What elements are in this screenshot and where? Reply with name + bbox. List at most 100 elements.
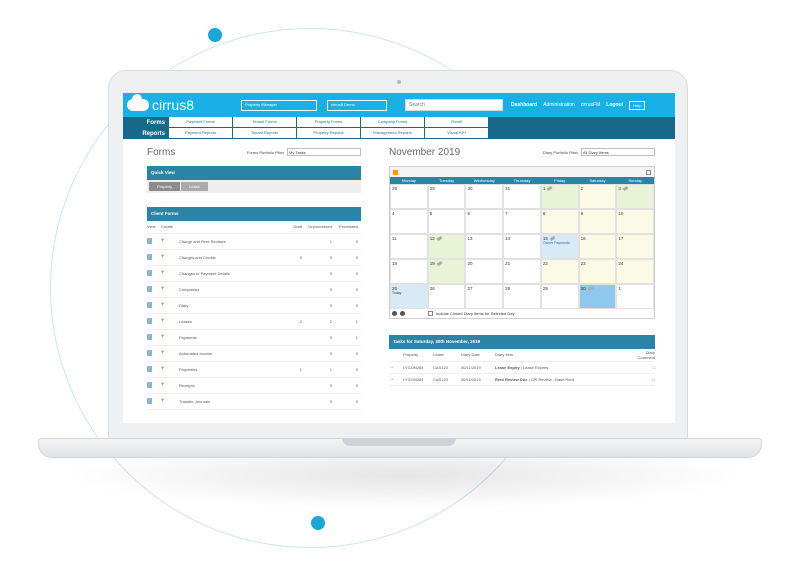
rss-icon[interactable] — [393, 169, 398, 175]
diary-filter-select[interactable]: All Diary Items — [581, 148, 655, 156]
calendar-day[interactable]: 1 — [616, 284, 655, 309]
unprocessed-count[interactable]: 1 — [305, 233, 335, 250]
calendar-day[interactable]: 11 — [390, 234, 428, 259]
calendar-day[interactable]: 25 Today — [390, 284, 428, 309]
calendar-day[interactable]: 24 — [616, 259, 655, 284]
unprocessed-count[interactable]: 0 — [305, 265, 335, 282]
tag-icon[interactable] — [622, 185, 629, 192]
calendar-day[interactable]: 29 — [427, 184, 466, 209]
nav-logout[interactable]: Logout — [606, 102, 623, 108]
create-plus-icon[interactable]: + — [161, 318, 165, 324]
form-name-link[interactable]: Automated Invoice — [179, 345, 279, 362]
calendar-day[interactable]: 26 — [427, 284, 466, 309]
calendar-day[interactable]: 21 — [503, 259, 541, 284]
menu-payment-reports[interactable]: Payment Reports — [169, 128, 232, 138]
unprocessed-count[interactable]: 0 — [305, 393, 335, 410]
event-owner-payments[interactable]: Owner Payments — [543, 241, 577, 245]
portfolio-select[interactable]: Property Manager — [241, 99, 317, 111]
arrow-right-icon[interactable]: → — [389, 376, 395, 382]
menu-retail[interactable]: Retail — [425, 117, 488, 127]
print-icon[interactable] — [646, 169, 651, 175]
tag-icon[interactable] — [587, 285, 594, 292]
form-name-link[interactable]: Companies — [179, 281, 279, 298]
processed-count[interactable]: 0 — [335, 393, 361, 410]
view-icon[interactable] — [147, 333, 152, 340]
view-icon[interactable] — [147, 301, 152, 308]
calendar-day[interactable]: 18 — [390, 259, 428, 284]
form-name-link[interactable]: Transfer Journals — [179, 393, 279, 410]
menu-company-forms[interactable]: Company Forms — [361, 117, 424, 127]
search-input[interactable]: Search — [405, 99, 503, 111]
unprocessed-count[interactable]: 0 — [305, 281, 335, 298]
unprocessed-count[interactable]: 0 — [305, 297, 335, 314]
next-arrow-icon[interactable] — [400, 311, 405, 316]
view-icon[interactable] — [147, 317, 152, 324]
calendar-day[interactable]: 2 — [578, 184, 617, 209]
view-icon[interactable] — [147, 237, 152, 244]
unprocessed-count[interactable]: 1 — [305, 361, 335, 378]
processed-count[interactable]: 0 — [335, 281, 361, 298]
unprocessed-count[interactable]: 0 — [305, 329, 335, 346]
calendar-day[interactable]: 23 — [578, 259, 617, 284]
form-name-link[interactable]: Charges and Credits — [179, 249, 279, 266]
form-name-link[interactable]: Diary — [179, 297, 279, 314]
create-plus-icon[interactable]: + — [161, 254, 165, 260]
calendar-day[interactable]: 20 — [465, 259, 504, 284]
view-icon[interactable] — [147, 269, 152, 276]
calendar-day[interactable]: 13 — [465, 234, 504, 259]
calendar-day[interactable]: 5 — [427, 209, 466, 234]
tab-property[interactable]: Property — [149, 182, 181, 191]
unprocessed-count[interactable]: 0 — [305, 249, 335, 266]
create-plus-icon[interactable]: + — [161, 334, 165, 340]
calendar-day[interactable]: 30 — [578, 284, 617, 309]
processed-count[interactable]: 0 — [335, 361, 361, 378]
calendar-day[interactable]: 10 — [616, 209, 655, 234]
create-plus-icon[interactable]: + — [161, 270, 165, 276]
closed-items-checkbox[interactable] — [428, 311, 433, 316]
form-name-link[interactable]: Changes to Payment Details — [179, 265, 279, 282]
processed-count[interactable]: 1 — [335, 313, 361, 330]
task-property[interactable]: LYGON264 — [403, 373, 433, 386]
tag-icon[interactable] — [436, 260, 443, 267]
help-button[interactable]: Help — [629, 100, 646, 110]
create-plus-icon[interactable]: + — [161, 238, 165, 244]
calendar-day[interactable]: 6 — [465, 209, 504, 234]
view-icon[interactable] — [147, 397, 152, 404]
processed-count[interactable]: 0 — [335, 377, 361, 394]
tag-icon[interactable] — [436, 235, 443, 242]
create-plus-icon[interactable]: + — [161, 366, 165, 372]
task-lease[interactable]: CAS123 — [433, 361, 461, 374]
view-icon[interactable] — [147, 349, 152, 356]
menu-visual-kpi[interactable]: Visual KPI — [425, 128, 488, 138]
tab-lease[interactable]: Lease — [181, 182, 209, 191]
view-icon[interactable] — [147, 365, 152, 372]
calendar-day[interactable]: 9 — [578, 209, 617, 234]
calendar-day[interactable]: 12 — [427, 234, 466, 259]
task-lease[interactable]: CAS123 — [433, 373, 461, 386]
processed-count[interactable]: 0 — [335, 249, 361, 266]
view-icon[interactable] — [147, 381, 152, 388]
processed-count[interactable]: 1 — [335, 329, 361, 346]
menu-tenant-reports[interactable]: Tenant Reports — [233, 128, 296, 138]
menu-tenant-forms[interactable]: Tenant Forms — [233, 117, 296, 127]
processed-count[interactable]: 0 — [335, 233, 361, 250]
calendar-day[interactable]: 3 — [616, 184, 655, 209]
calendar-day[interactable]: 16 — [578, 234, 617, 259]
nav-dashboard[interactable]: Dashboard — [511, 102, 537, 108]
calendar-day[interactable]: 8 — [540, 209, 579, 234]
processed-count[interactable]: 0 — [335, 297, 361, 314]
processed-count[interactable]: 0 — [335, 345, 361, 362]
view-icon[interactable] — [147, 285, 152, 292]
create-plus-icon[interactable]: + — [161, 286, 165, 292]
form-name-link[interactable]: Payments — [179, 329, 279, 346]
create-plus-icon[interactable]: + — [161, 350, 165, 356]
form-name-link[interactable]: Charge and Rent Reviews — [179, 233, 279, 250]
comment-icon[interactable]: □ — [653, 365, 655, 370]
task-property[interactable]: LYGON264 — [403, 361, 433, 374]
calendar-day[interactable]: 19 — [427, 259, 466, 284]
calendar-day[interactable]: 31 — [503, 184, 541, 209]
calendar-day[interactable]: 29 — [540, 284, 579, 309]
calendar-day[interactable]: 17 — [616, 234, 655, 259]
unprocessed-count[interactable]: 0 — [305, 377, 335, 394]
calendar-day[interactable]: 15 Owner Payments — [540, 234, 579, 259]
